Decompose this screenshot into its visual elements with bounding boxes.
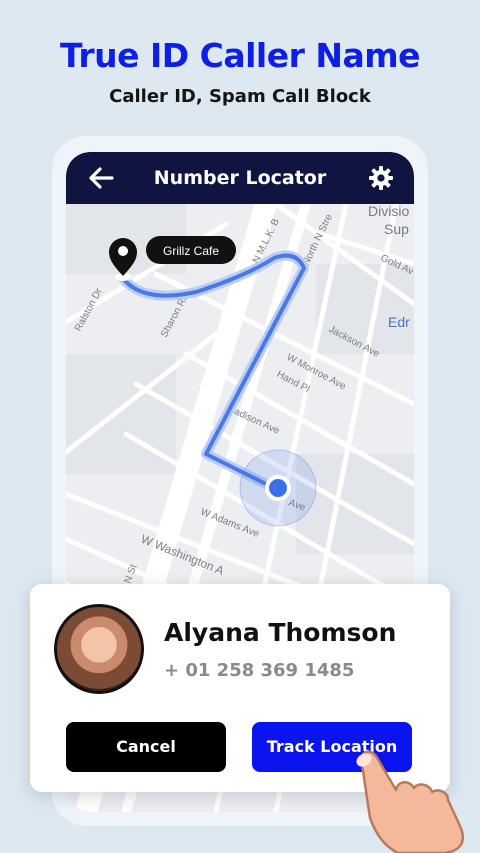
current-location-icon[interactable]	[239, 449, 317, 527]
pointing-hand-icon	[356, 750, 465, 853]
subheadline: Caller ID, Spam Call Block	[109, 86, 371, 107]
page-title: Number Locator	[153, 167, 327, 189]
street-label: Edr	[388, 314, 410, 330]
street-label: Sup	[384, 221, 409, 237]
caller-number: + 01 258 369 1485	[164, 660, 355, 681]
caller-name: Alyana Thomson	[164, 618, 397, 647]
app-bar: Number Locator	[66, 152, 414, 204]
street-label: Divisio	[368, 204, 409, 219]
svg-text:Grillz Cafe: Grillz Cafe	[163, 244, 219, 258]
avatar	[54, 604, 144, 694]
gear-icon[interactable]	[368, 165, 394, 191]
cancel-button[interactable]: Cancel	[66, 722, 226, 772]
headline: True ID Caller Name	[59, 36, 421, 75]
place-label[interactable]: Grillz Cafe	[146, 236, 236, 264]
